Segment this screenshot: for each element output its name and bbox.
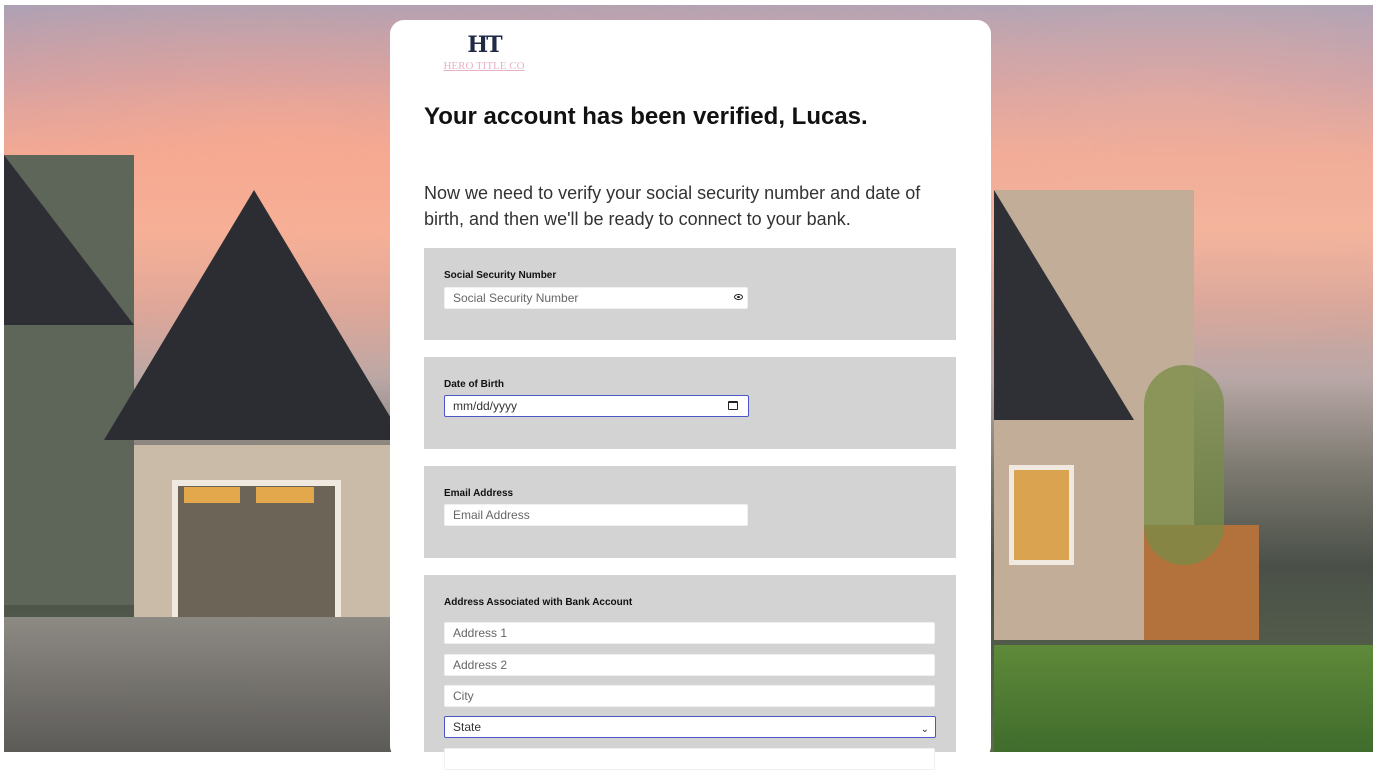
dob-input[interactable]: mm/dd/yyyy <box>444 395 749 417</box>
eye-icon[interactable] <box>734 294 743 300</box>
city-input[interactable]: City <box>444 685 935 707</box>
logo-mark: HT <box>467 32 502 58</box>
address1-placeholder: Address 1 <box>453 626 508 640</box>
garage-window <box>184 487 240 503</box>
dob-placeholder: mm/dd/yyyy <box>453 399 518 413</box>
dob-label: Date of Birth <box>444 379 504 390</box>
address1-input[interactable]: Address 1 <box>444 622 935 644</box>
tree <box>1144 365 1224 565</box>
center-house <box>104 190 404 450</box>
right-house-roof <box>994 190 1134 420</box>
garage-window <box>256 487 314 503</box>
email-placeholder: Email Address <box>453 508 530 522</box>
state-select[interactable]: State ⌄ <box>444 716 936 738</box>
email-input[interactable]: Email Address <box>444 504 748 526</box>
dob-section: Date of Birth mm/dd/yyyy <box>424 357 956 449</box>
ssn-section: Social Security Number Social Security N… <box>424 248 956 340</box>
logo-text: HERO TITLE CO <box>443 60 525 72</box>
lawn <box>994 645 1373 752</box>
page-title: Your account has been verified, Lucas. <box>424 103 868 130</box>
address-section: Address Associated with Bank Account Add… <box>424 575 956 770</box>
address-label: Address Associated with Bank Account <box>444 597 633 608</box>
address2-input[interactable]: Address 2 <box>444 654 935 676</box>
state-value: State <box>453 720 482 734</box>
center-house-roof <box>104 190 404 440</box>
city-placeholder: City <box>453 689 474 703</box>
chevron-down-icon: ⌄ <box>920 724 929 735</box>
driveway <box>4 617 396 752</box>
calendar-icon[interactable] <box>728 401 738 410</box>
logo: HT HERO TITLE CO <box>432 31 536 81</box>
ssn-placeholder: Social Security Number <box>453 291 579 305</box>
ssn-input[interactable]: Social Security Number <box>444 287 748 309</box>
email-section: Email Address Email Address <box>424 466 956 558</box>
right-house-window <box>1009 465 1074 565</box>
next-input[interactable] <box>444 748 935 770</box>
address2-placeholder: Address 2 <box>453 658 508 672</box>
ssn-label: Social Security Number <box>444 270 557 281</box>
intro-text: Now we need to verify your social securi… <box>424 183 921 229</box>
email-label: Email Address <box>444 488 514 499</box>
